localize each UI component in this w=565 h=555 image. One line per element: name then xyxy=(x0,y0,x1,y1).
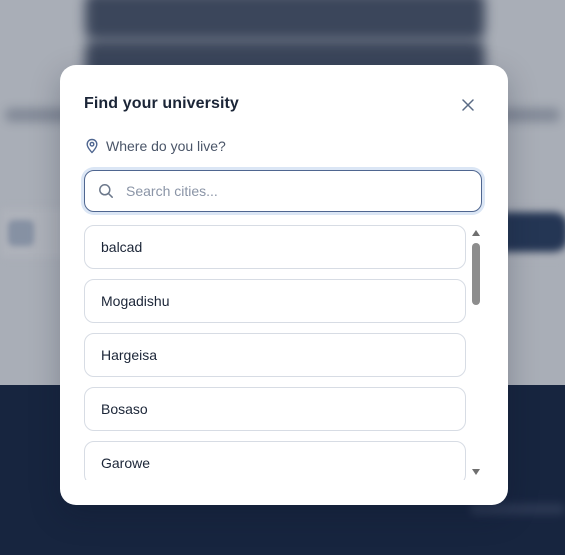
city-option-hargeisa[interactable]: Hargeisa xyxy=(84,333,466,377)
city-option-bosaso[interactable]: Bosaso xyxy=(84,387,466,431)
scroll-thumb[interactable] xyxy=(472,243,480,305)
scroll-up-arrow-icon[interactable] xyxy=(472,230,480,236)
scroll-down-arrow-icon[interactable] xyxy=(472,469,480,475)
location-label: Where do you live? xyxy=(106,138,226,154)
location-prompt: Where do you live? xyxy=(84,138,226,154)
city-search-input[interactable] xyxy=(124,182,458,200)
city-search-box[interactable] xyxy=(84,170,482,212)
city-option-mogadishu[interactable]: Mogadishu xyxy=(84,279,466,323)
map-pin-icon xyxy=(86,138,98,154)
city-list-scrollbar[interactable] xyxy=(470,225,482,480)
close-button[interactable] xyxy=(458,95,478,115)
city-list: balcad Mogadishu Hargeisa Bosaso Garowe xyxy=(84,225,470,480)
city-option-garowe[interactable]: Garowe xyxy=(84,441,466,480)
modal-title: Find your university xyxy=(84,95,239,112)
city-option-balcad[interactable]: balcad xyxy=(84,225,466,269)
search-icon xyxy=(99,184,113,198)
close-icon xyxy=(462,99,474,111)
find-university-modal: Find your university Where do you live? … xyxy=(60,65,508,505)
